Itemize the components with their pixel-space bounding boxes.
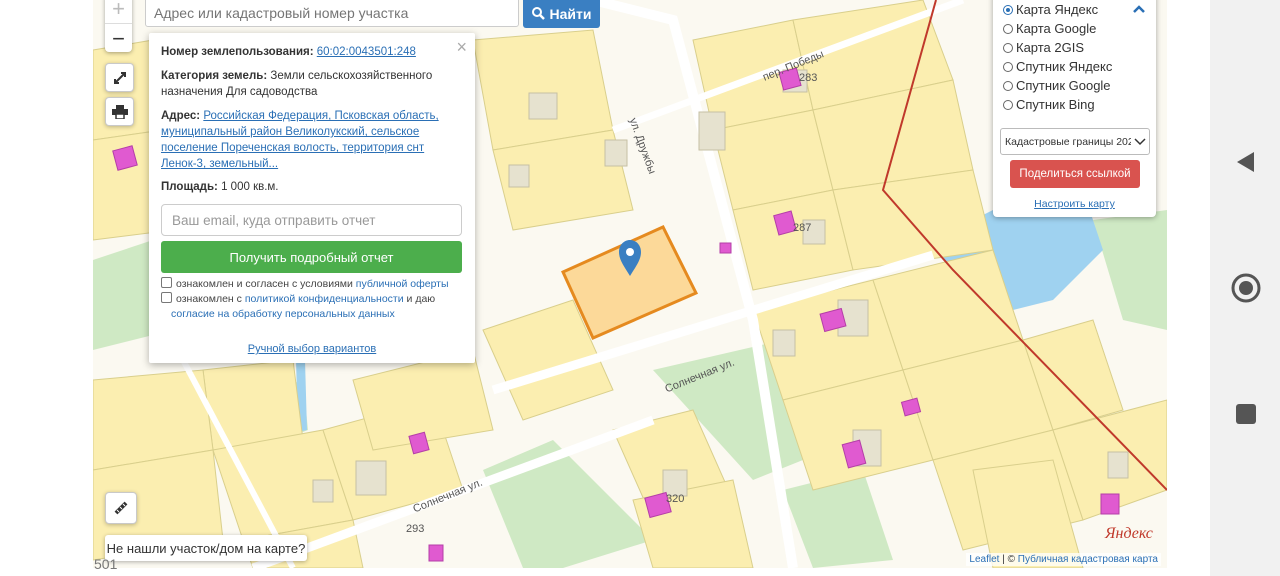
android-nav-bar <box>1210 0 1280 576</box>
consent-privacy-mid: и даю <box>406 293 436 305</box>
configure-map-link[interactable]: Настроить карту <box>993 198 1156 210</box>
privacy-link[interactable]: политикой конфиденциальности <box>245 293 404 305</box>
expand-icon <box>113 71 126 84</box>
address-label: Адрес: <box>161 110 201 122</box>
zoom-out-button[interactable]: − <box>105 24 132 53</box>
consent-offer-checkbox[interactable]: ознакомлен и согласен с условиями публич… <box>161 277 449 292</box>
get-report-button[interactable]: Получить подробный отчет <box>161 241 462 273</box>
home-icon[interactable] <box>1231 273 1261 303</box>
ruler-icon <box>114 501 128 515</box>
zoom-in-button[interactable]: + <box>105 0 132 24</box>
map-area[interactable]: пер. Победы ул. Дружбы Солнечная ул. Сол… <box>93 0 1167 568</box>
offer-link[interactable]: публичной оферты <box>356 278 449 290</box>
layer-label: Карта Яндекс <box>1016 2 1099 17</box>
checkbox-icon[interactable] <box>161 277 172 288</box>
back-icon[interactable] <box>1234 150 1256 174</box>
fullscreen-button[interactable] <box>105 63 134 92</box>
layer-option[interactable]: Спутник Яндекс <box>1003 59 1112 74</box>
close-icon[interactable]: × <box>456 37 467 58</box>
attribution: Leaflet | © Публичная кадастровая карта <box>966 553 1161 566</box>
frame-left <box>0 0 93 576</box>
house-number: 320 <box>666 493 685 505</box>
radio-icon[interactable] <box>1003 80 1013 91</box>
zoom-control: + − <box>105 0 132 52</box>
print-button[interactable] <box>105 97 134 126</box>
consent-privacy-text: ознакомлен с <box>176 293 242 305</box>
radio-icon[interactable] <box>1003 23 1013 34</box>
area-row: Площадь: 1 000 кв.м. <box>161 179 451 195</box>
chevron-down-icon <box>1134 137 1146 145</box>
search-button-label: Найти <box>549 5 592 22</box>
green-area <box>783 470 893 568</box>
edge-number: 501 <box>94 556 118 572</box>
recents-icon[interactable] <box>1235 403 1257 425</box>
radio-icon[interactable] <box>1003 42 1013 53</box>
layer-option[interactable]: Карта Яндекс <box>1003 2 1098 17</box>
layer-label: Карта Google <box>1016 21 1097 36</box>
parcel-info-popup: × Номер землепользования: 60:02:0043501:… <box>149 33 475 363</box>
green-area <box>1093 210 1167 330</box>
radio-icon[interactable] <box>1003 4 1013 15</box>
layer-label: Спутник Bing <box>1016 97 1095 112</box>
cadastral-label: Номер землепользования: <box>161 46 314 58</box>
source-link[interactable]: Публичная кадастровая карта <box>1018 554 1158 565</box>
chevron-up-icon[interactable] <box>1133 5 1145 13</box>
area-value: 1 000 кв.м. <box>221 181 279 193</box>
layer-label: Спутник Google <box>1016 78 1111 93</box>
search-icon <box>531 7 545 20</box>
category-label: Категория земель: <box>161 70 268 82</box>
data-processing-link[interactable]: согласие на обработку персональных данны… <box>171 308 395 320</box>
layer-option[interactable]: Карта Google <box>1003 21 1096 36</box>
yandex-logo: Яндекс <box>1105 525 1153 542</box>
search-input[interactable] <box>145 0 519 27</box>
layer-label: Спутник Яндекс <box>1016 59 1113 74</box>
layer-label: Карта 2GIS <box>1016 40 1085 55</box>
radio-icon[interactable] <box>1003 99 1013 110</box>
radio-icon[interactable] <box>1003 61 1013 72</box>
area-label: Площадь: <box>161 181 218 193</box>
printer-icon <box>111 104 128 119</box>
consent-offer-text: ознакомлен и согласен с условиями <box>176 278 353 290</box>
checkbox-icon[interactable] <box>161 292 172 303</box>
attribution-sep: | © <box>1002 554 1015 565</box>
frame-right <box>1167 0 1210 576</box>
house-number: 293 <box>406 523 425 535</box>
layers-panel: Карта Яндекс Карта Google Карта 2GIS Спу… <box>993 0 1156 217</box>
leaflet-link[interactable]: Leaflet <box>969 554 999 565</box>
category-row: Категория земель: Земли сельскохозяйстве… <box>161 68 451 100</box>
overlay-select[interactable]: Кадастровые границы 2025 <box>1000 128 1150 155</box>
email-field[interactable]: Ваш email, куда отправить отчет <box>161 204 462 236</box>
house-number: 287 <box>793 222 812 234</box>
layer-option[interactable]: Спутник Bing <box>1003 97 1095 112</box>
layer-option[interactable]: Карта 2GIS <box>1003 40 1084 55</box>
address-link[interactable]: Российская Федерация, Псковская область,… <box>161 110 439 170</box>
overlay-select-value: Кадастровые границы 2025 <box>1005 135 1131 148</box>
house-number: 283 <box>799 72 818 84</box>
consent-privacy-checkbox[interactable]: ознакомлен с политикой конфиденциальност… <box>161 292 451 322</box>
not-found-button[interactable]: Не нашли участок/дом на карте? <box>105 535 307 561</box>
manual-selection-link[interactable]: Ручной выбор вариантов <box>149 343 475 355</box>
cadastral-row: Номер землепользования: 60:02:0043501:24… <box>161 44 451 60</box>
search-button[interactable]: Найти <box>523 0 600 28</box>
ruler-button[interactable] <box>105 492 137 524</box>
cadastral-link[interactable]: 60:02:0043501:248 <box>317 46 416 58</box>
address-row: Адрес: Российская Федерация, Псковская о… <box>161 108 451 172</box>
share-link-button[interactable]: Поделиться ссылкой <box>1010 160 1140 188</box>
layer-option[interactable]: Спутник Google <box>1003 78 1111 93</box>
